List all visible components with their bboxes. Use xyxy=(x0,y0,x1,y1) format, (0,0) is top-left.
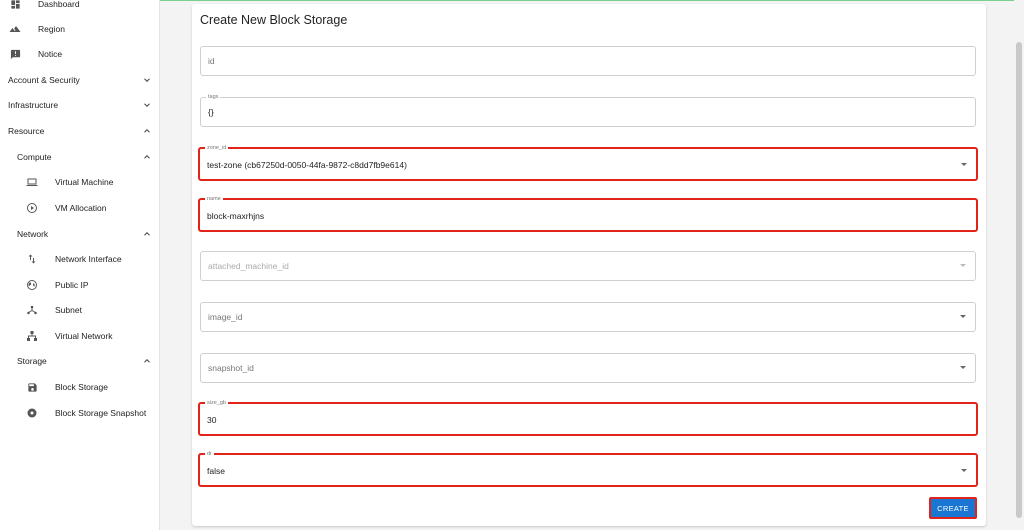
chevron-down-icon xyxy=(144,103,150,107)
size-gb-field[interactable]: size_gb 30 xyxy=(198,399,978,436)
scrollbar-thumb[interactable] xyxy=(1016,42,1022,518)
subnet-icon xyxy=(25,303,39,317)
chevron-up-icon xyxy=(144,155,150,159)
sidebar-item-subnet[interactable]: Subnet xyxy=(0,298,159,322)
sidebar-item-dashboard[interactable]: Dashboard xyxy=(0,0,159,16)
dropdown-caret-icon xyxy=(960,315,966,318)
dropdown-caret-icon xyxy=(960,264,966,267)
tags-field[interactable]: tags {} xyxy=(200,93,976,127)
globe-icon xyxy=(25,278,39,292)
create-block-storage-form: Create New Block Storage id tags {} zone… xyxy=(192,4,986,526)
sidebar-group-storage[interactable]: Storage xyxy=(0,349,159,373)
zone-id-label: zone_id xyxy=(205,144,229,152)
sidebar-group-compute[interactable]: Compute xyxy=(0,145,159,169)
snapshot-id-select[interactable]: snapshot_id xyxy=(200,353,976,383)
attached-machine-id-select[interactable]: attached_machine_id xyxy=(200,251,976,281)
image-id-placeholder: image_id xyxy=(208,312,243,322)
play-circle-icon xyxy=(25,201,39,215)
chevron-down-icon xyxy=(144,78,150,82)
swap-vert-icon xyxy=(25,252,39,266)
create-button[interactable]: CREATE xyxy=(929,497,977,519)
tags-label: tags xyxy=(206,93,221,101)
sidebar-group-account-security[interactable]: Account & Security xyxy=(0,68,159,92)
sidebar-item-block-storage-snapshot[interactable]: Block Storage Snapshot xyxy=(0,401,159,425)
sidebar-item-label: Account & Security xyxy=(8,75,80,85)
dropdown-caret-icon xyxy=(960,366,966,369)
chevron-up-icon xyxy=(144,129,150,133)
announcement-icon xyxy=(8,47,22,61)
name-label: name xyxy=(205,195,223,203)
attached-machine-id-placeholder: attached_machine_id xyxy=(208,261,289,271)
dropdown-caret-icon xyxy=(961,163,967,166)
chevron-up-icon xyxy=(144,359,150,363)
sidebar-item-label: Block Storage Snapshot xyxy=(55,408,147,418)
sidebar-item-label: Infrastructure xyxy=(8,100,59,110)
sidebar-item-region[interactable]: Region xyxy=(0,17,159,41)
sidebar-item-label: Public IP xyxy=(55,280,89,290)
dropdown-caret-icon xyxy=(961,469,967,472)
name-value: block-maxrhjns xyxy=(207,211,265,221)
sidebar-item-label: Resource xyxy=(8,126,45,136)
dr-select[interactable]: dr false xyxy=(198,450,978,487)
size-gb-label: size_gb xyxy=(205,399,228,407)
sidebar: Dashboard Region Notice Account & Securi… xyxy=(0,0,160,530)
sidebar-group-network[interactable]: Network xyxy=(0,222,159,246)
laptop-icon xyxy=(25,175,39,189)
sidebar-item-virtual-network[interactable]: Virtual Network xyxy=(0,324,159,348)
sidebar-group-infrastructure[interactable]: Infrastructure xyxy=(0,93,159,117)
id-field[interactable]: id xyxy=(200,46,976,76)
disc-icon xyxy=(25,406,39,420)
sidebar-item-label: Network Interface xyxy=(55,254,122,264)
zone-id-value: test-zone (cb67250d-0050-44fa-9872-c8dd7… xyxy=(207,160,407,170)
sidebar-item-public-ip[interactable]: Public IP xyxy=(0,273,159,297)
chevron-up-icon xyxy=(144,232,150,236)
snapshot-id-placeholder: snapshot_id xyxy=(208,363,254,373)
sidebar-item-label: Network xyxy=(17,229,49,239)
size-gb-value: 30 xyxy=(207,415,217,425)
dashboard-icon xyxy=(8,0,22,11)
sidebar-item-label: Region xyxy=(38,24,65,34)
page-scrollbar[interactable] xyxy=(1014,0,1024,530)
sidebar-item-label: Subnet xyxy=(55,305,82,315)
dr-value: false xyxy=(207,466,225,476)
page-title: Create New Block Storage xyxy=(200,13,348,27)
sidebar-item-notice[interactable]: Notice xyxy=(0,42,159,66)
save-icon xyxy=(25,380,39,394)
sidebar-item-label: Block Storage xyxy=(55,382,108,392)
sidebar-item-label: Storage xyxy=(17,356,47,366)
name-field[interactable]: name block-maxrhjns xyxy=(198,195,978,232)
sidebar-item-label: Virtual Machine xyxy=(55,177,114,187)
id-placeholder: id xyxy=(208,56,215,66)
hierarchy-icon xyxy=(25,329,39,343)
image-id-select[interactable]: image_id xyxy=(200,302,976,332)
tags-value: {} xyxy=(208,107,214,117)
sidebar-item-label: Dashboard xyxy=(38,0,80,9)
sidebar-item-virtual-machine[interactable]: Virtual Machine xyxy=(0,170,159,194)
sidebar-item-label: Notice xyxy=(38,49,63,59)
sidebar-item-vm-allocation[interactable]: VM Allocation xyxy=(0,196,159,220)
sidebar-item-label: Compute xyxy=(17,152,52,162)
sidebar-group-resource[interactable]: Resource xyxy=(0,119,159,143)
dr-label: dr xyxy=(205,450,214,458)
sidebar-item-label: VM Allocation xyxy=(55,203,107,213)
sidebar-item-network-interface[interactable]: Network Interface xyxy=(0,247,159,271)
zone-id-select[interactable]: zone_id test-zone (cb67250d-0050-44fa-98… xyxy=(198,144,978,181)
sidebar-item-block-storage[interactable]: Block Storage xyxy=(0,375,159,399)
sidebar-item-label: Virtual Network xyxy=(55,331,113,341)
terrain-icon xyxy=(8,22,22,36)
